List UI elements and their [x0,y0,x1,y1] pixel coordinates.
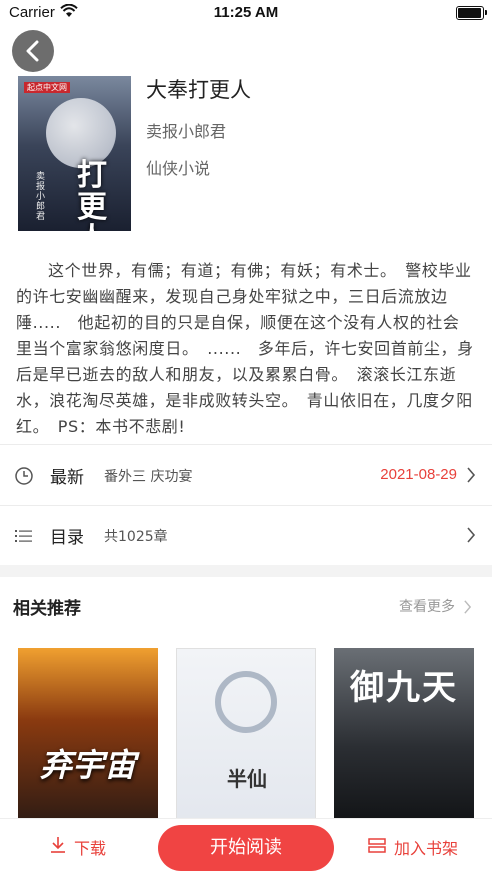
section-separator [0,565,492,577]
back-button[interactable] [12,30,54,72]
cover-author: 卖报小郎君 [36,172,46,222]
recommended-book-cover-title: 御九天 [350,668,458,708]
toc-chapter-count: 共1025章 [104,529,168,545]
recommended-book[interactable]: 半仙 [176,648,316,828]
battery-icon [456,6,487,20]
cover-title: 打更人 [77,158,107,232]
latest-chapter-name: 番外三 庆功宴 [104,469,193,485]
chevron-right-icon [466,526,476,548]
recommended-book-cover-title: 半仙 [227,767,267,791]
see-more-link[interactable]: 查看更多 [399,596,472,616]
recommend-section-title: 相关推荐 [13,599,81,619]
table-of-contents-row[interactable]: 目录 共1025章 [0,505,492,565]
cover-publisher-tag: 起点中文网 [24,82,70,93]
book-category[interactable]: 仙侠小说 [146,155,210,179]
recommended-book[interactable]: 弃宇宙 [18,648,158,828]
chevron-right-icon [464,600,472,614]
download-icon [51,837,65,853]
download-label: 下载 [74,839,107,858]
latest-label: 最新 [50,468,84,488]
clock-time: 11:25 AM [213,4,279,21]
toc-label: 目录 [50,528,84,548]
book-title: 大奉打更人 [146,78,251,102]
chevron-right-icon [466,466,476,488]
see-more-label: 查看更多 [399,599,455,615]
book-synopsis: 这个世界，有儒；有道；有佛；有妖；有术士。 警校毕业的许七安幽幽醒来，发现自己身… [16,261,474,436]
back-arrow-icon [26,40,39,62]
bookshelf-icon [368,838,386,853]
battery-fill [458,8,481,18]
clock-icon [14,466,34,490]
download-button[interactable]: 下载 [50,835,106,863]
recommended-book-cover-title: 弃宇宙 [39,746,136,784]
status-bar: Carrier 11:25 AM [0,0,492,26]
book-author[interactable]: 卖报小郎君 [146,118,226,142]
latest-update-date: 2021-08-29 [380,466,457,483]
start-reading-button[interactable]: 开始阅读 [158,825,334,871]
list-icon [14,526,34,550]
bottom-action-bar: 下载 开始阅读 加入书架 [0,818,492,879]
add-to-bookshelf-label: 加入书架 [394,839,459,858]
add-to-bookshelf-button[interactable]: 加入书架 [368,835,458,863]
latest-chapter-row[interactable]: 最新 番外三 庆功宴 2021-08-29 [0,445,492,505]
yin-yang-icon [215,671,277,733]
book-cover: 起点中文网 卖报小郎君 打更人 [18,76,131,231]
recommended-book[interactable]: 御九天 [334,648,474,828]
